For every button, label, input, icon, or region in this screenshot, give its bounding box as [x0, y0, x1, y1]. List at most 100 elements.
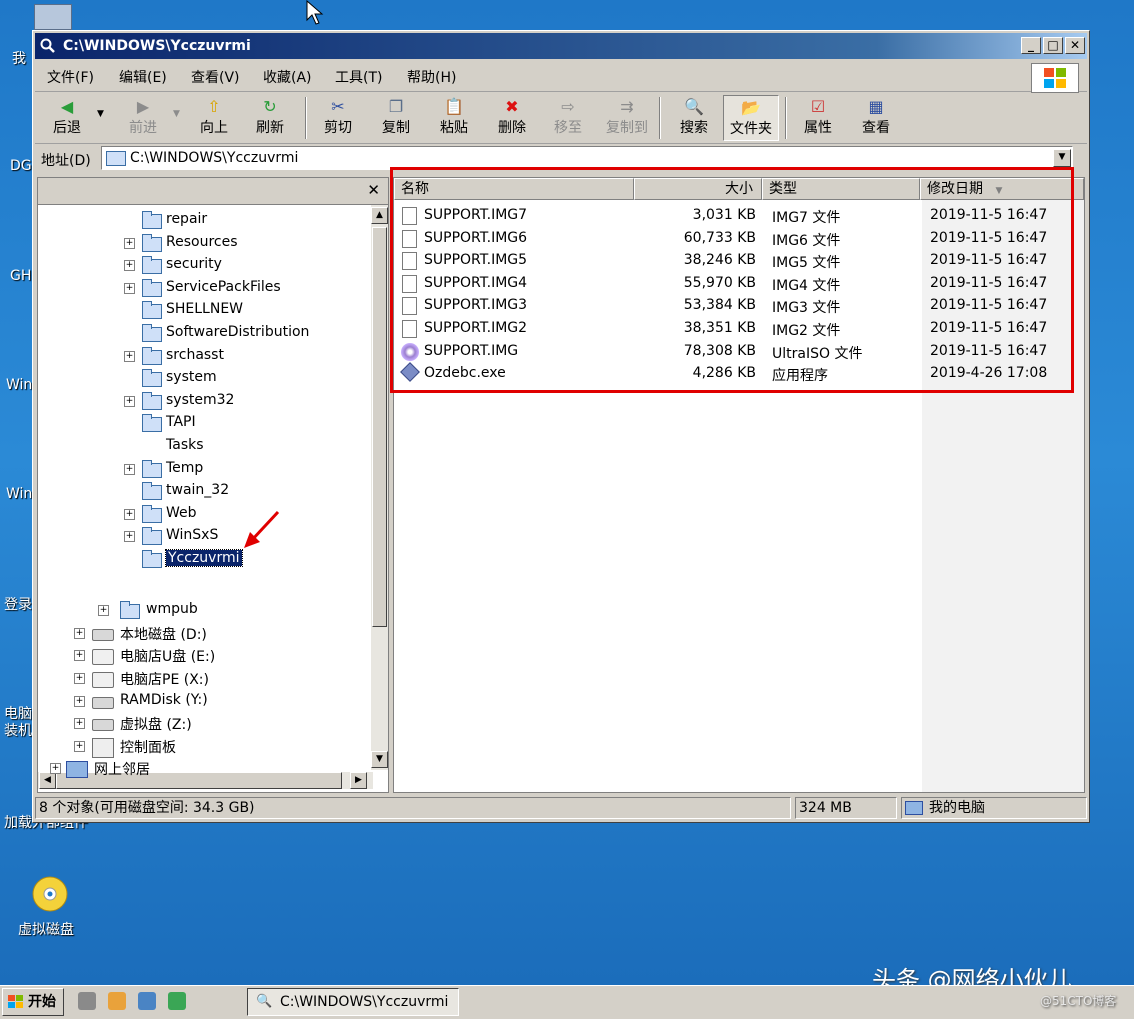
tree-item-label: Temp: [166, 459, 204, 476]
views-grid-icon: ▦: [868, 97, 884, 116]
delete-button[interactable]: ✖ 删除: [489, 95, 535, 141]
desktop-label[interactable]: GH: [10, 268, 31, 284]
back-dropdown-icon[interactable]: ▼: [97, 109, 104, 119]
cd-icon: [32, 876, 68, 912]
hard-drive-icon: [92, 719, 114, 731]
mouse-cursor-icon: [306, 0, 324, 25]
refresh-button[interactable]: ↻ 刷新: [247, 95, 293, 141]
expand-icon[interactable]: +: [124, 282, 135, 294]
folder-icon: [142, 233, 162, 252]
expand-icon[interactable]: +: [74, 696, 85, 707]
expand-icon[interactable]: +: [50, 763, 61, 774]
move-to-button[interactable]: ⇨ 移至: [545, 95, 591, 141]
scroll-down-icon[interactable]: ▼: [371, 751, 388, 768]
tree-item-label: RAMDisk (Y:): [120, 692, 208, 708]
forward-dropdown-icon[interactable]: ▼: [173, 109, 180, 119]
close-pane-icon[interactable]: ✕: [367, 181, 380, 199]
folder-icon: [142, 482, 162, 501]
menu-tools[interactable]: 工具(T): [335, 67, 382, 87]
network-icon: [66, 761, 88, 778]
expand-icon[interactable]: +: [124, 260, 135, 272]
scroll-left-icon[interactable]: ◀: [39, 772, 56, 789]
expand-icon[interactable]: +: [124, 395, 135, 407]
expand-icon[interactable]: +: [74, 628, 85, 639]
address-label: 地址(D): [41, 153, 91, 169]
desktop-label[interactable]: Win: [6, 486, 32, 502]
my-computer-icon: [905, 801, 923, 815]
taskbar-item-explorer[interactable]: 🔍 C:\WINDOWS\Ycczuvrmi: [247, 988, 459, 1016]
search-button[interactable]: 🔍 搜索: [671, 95, 717, 141]
window-title: C:\WINDOWS\Ycczuvrmi: [63, 38, 251, 54]
expand-icon[interactable]: +: [98, 605, 109, 616]
desktop-label[interactable]: 登录: [4, 594, 32, 614]
tree-item-label: 控制面板: [120, 740, 176, 756]
folder-icon: [142, 504, 162, 523]
tree-item-label: SoftwareDistribution: [166, 324, 310, 340]
copy-to-icon: ⇉: [620, 97, 634, 116]
menu-favorites[interactable]: 收藏(A): [263, 67, 312, 87]
tree-vertical-scrollbar[interactable]: ▲ ▼: [371, 205, 388, 770]
cut-button[interactable]: ✂ 剪切: [315, 95, 361, 141]
tree-item-label: Web: [166, 504, 197, 521]
forward-button[interactable]: ▶ 前进: [119, 95, 167, 141]
desktop-label[interactable]: 我: [12, 48, 26, 68]
desktop-label[interactable]: 装机: [4, 720, 32, 740]
start-button[interactable]: 开始: [2, 988, 64, 1016]
folder-icon: [142, 459, 162, 478]
expand-icon[interactable]: +: [74, 673, 85, 684]
tree-pane-header: ✕: [38, 178, 388, 205]
tree-item-label: 本地磁盘 (D:): [120, 627, 207, 643]
address-value[interactable]: C:\WINDOWS\Ycczuvrmi: [130, 150, 298, 166]
move-to-icon: ⇨: [561, 97, 575, 116]
quicklaunch-icon[interactable]: [168, 992, 186, 1010]
virtual-disk-desktop-label[interactable]: 虚拟磁盘: [18, 919, 74, 939]
menu-view[interactable]: 查看(V): [191, 67, 240, 87]
copy-to-button[interactable]: ⇉ 复制到: [599, 95, 655, 141]
paste-button[interactable]: 📋 粘贴: [431, 95, 477, 141]
hard-drive-icon: [92, 629, 114, 641]
expand-icon[interactable]: +: [124, 531, 135, 543]
watermark-sub: @51CTO博客: [1040, 994, 1117, 1008]
scroll-right-icon[interactable]: ▶: [350, 772, 367, 789]
desktop-label[interactable]: DG: [10, 158, 32, 174]
quicklaunch-icon[interactable]: [78, 992, 96, 1010]
menu-help[interactable]: 帮助(H): [407, 67, 456, 87]
menu-edit[interactable]: 编辑(E): [119, 67, 167, 87]
properties-button[interactable]: ☑ 属性: [795, 95, 841, 141]
copy-button[interactable]: ❐ 复制: [373, 95, 419, 141]
maximize-button[interactable]: □: [1043, 37, 1063, 54]
tree-horizontal-scrollbar[interactable]: ◀ ▶: [38, 772, 373, 789]
menu-file[interactable]: 文件(F): [47, 67, 94, 87]
minimize-button[interactable]: _: [1021, 37, 1041, 54]
close-button[interactable]: ✕: [1065, 37, 1085, 54]
tree-item-label: Tasks: [166, 437, 204, 453]
computer-desktop-icon[interactable]: [34, 4, 72, 30]
folder-icon: [142, 346, 162, 365]
views-button[interactable]: ▦ 查看: [853, 95, 899, 141]
expand-icon[interactable]: +: [74, 741, 85, 752]
up-button[interactable]: ⇧ 向上: [191, 95, 237, 141]
title-bar[interactable]: C:\WINDOWS\Ycczuvrmi _ □ ✕: [35, 33, 1087, 59]
expand-icon[interactable]: +: [74, 718, 85, 729]
expand-icon[interactable]: +: [124, 350, 135, 362]
expand-icon[interactable]: +: [74, 650, 85, 661]
virtual-disk-desktop-icon[interactable]: [30, 874, 70, 914]
back-button[interactable]: ◀ 后退: [43, 95, 91, 141]
folders-button[interactable]: 📂 文件夹: [723, 95, 779, 141]
tree-item-label: ServicePackFiles: [166, 278, 281, 295]
windows-flag-icon: [8, 995, 23, 1008]
expand-icon[interactable]: +: [124, 508, 135, 520]
windows-logo-icon: [1031, 63, 1079, 93]
expand-icon[interactable]: +: [124, 463, 135, 475]
toolbar: ◀ 后退 ▼ ▶ 前进 ▼ ⇧ 向上 ↻ 刷新 ✂ 剪切 ❐ 复制 📋 粘贴 ✖ 删除 ⇨ 移至 …: [35, 93, 1087, 144]
address-dropdown-icon[interactable]: ▼: [1053, 149, 1071, 167]
toolbar-separator: [305, 97, 307, 139]
tree-item-label: 电脑店PE (X:): [120, 672, 209, 688]
status-location: 我的电脑: [901, 797, 1087, 819]
quicklaunch-icon[interactable]: [108, 992, 126, 1010]
expand-icon[interactable]: +: [124, 237, 135, 249]
scroll-thumb[interactable]: [372, 227, 387, 627]
desktop-label[interactable]: Win: [6, 377, 32, 393]
scroll-up-icon[interactable]: ▲: [371, 207, 388, 224]
quicklaunch-icon[interactable]: [138, 992, 156, 1010]
